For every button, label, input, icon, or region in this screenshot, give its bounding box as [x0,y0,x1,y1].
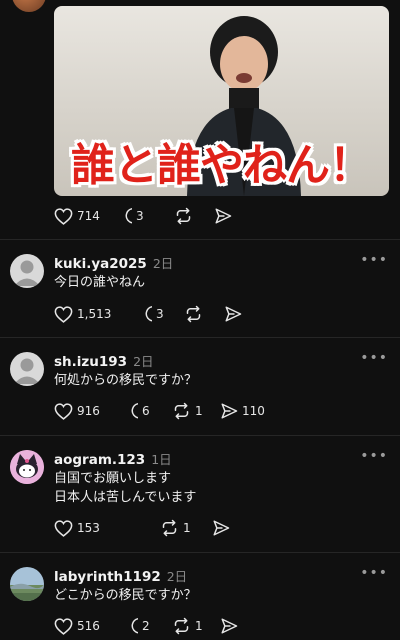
timestamp: 2日 [152,256,174,271]
post-text: どこからの移民ですか？ [54,588,197,603]
heart-icon [54,207,73,225]
timestamp: 2日 [166,569,188,584]
action-bar: 516 2 1 [54,616,238,636]
username[interactable]: labyrinth1192 2日 [54,566,187,585]
repost-count: 1 [195,619,203,633]
avatar[interactable] [12,0,46,12]
repost-count: 1 [195,404,203,418]
share-button[interactable] [212,519,230,537]
like-button[interactable]: 714 [54,207,114,225]
reply-button[interactable]: 3 [114,207,174,225]
heart-icon [54,519,73,537]
send-icon [225,306,242,322]
share-button[interactable]: 110 [220,402,265,420]
like-count: 916 [77,404,100,418]
username[interactable]: aogram.123 1日 [54,449,172,468]
share-button[interactable] [214,207,232,225]
timestamp: 1日 [151,452,172,467]
reply-button[interactable]: 3 [134,305,184,323]
post-text: 何処からの移民ですか？ [54,373,198,388]
default-avatar-icon [14,260,40,286]
heart-icon [54,402,73,420]
post-text: 今日の誰やねん [54,275,146,290]
reply-count: 3 [136,209,144,223]
reply-count: 2 [142,619,150,633]
like-button[interactable]: 916 [54,402,120,420]
send-icon [221,618,238,634]
reply-button[interactable]: 2 [120,617,172,635]
comment-icon [131,403,138,419]
image-caption: 誰と誰やねん！ [71,140,373,191]
character-avatar-icon [10,450,44,484]
avatar[interactable] [10,352,44,386]
list-item: aogram.123 1日 ••• 自国でお願いします 日本人は苦しんでいます 1… [0,436,400,552]
repost-button[interactable] [184,305,224,323]
share-count: 110 [242,404,265,418]
landscape-avatar-icon [10,567,44,601]
reply-count: 6 [142,404,150,418]
repost-icon [174,617,189,635]
username[interactable]: sh.izu193 2日 [54,351,154,370]
repost-icon [174,402,189,420]
list-item: labyrinth1192 2日 ••• どこからの移民ですか？ 516 2 1 [0,553,400,640]
action-bar: 916 6 1 110 [54,401,265,421]
list-item: sh.izu193 2日 ••• 何処からの移民ですか？ 916 6 1 110 [0,338,400,435]
more-options-button[interactable]: ••• [360,448,388,464]
send-icon [213,520,230,536]
avatar[interactable] [10,567,44,601]
action-bar: 714 3 [54,206,232,226]
repost-button[interactable] [174,207,214,225]
heart-icon [54,617,73,635]
username[interactable]: kuki.ya2025 2日 [54,253,173,272]
like-count: 516 [77,619,100,633]
like-count: 714 [77,209,100,223]
like-count: 1,513 [77,307,112,321]
send-icon [221,403,238,419]
share-button[interactable] [220,617,238,635]
comment-icon [145,306,152,322]
like-button[interactable]: 153 [54,519,160,537]
repost-icon [186,305,201,323]
repost-button[interactable]: 1 [160,519,212,537]
post-text: 自国でお願いします 日本人は苦しんでいます [54,471,197,505]
more-options-button[interactable]: ••• [360,252,388,268]
avatar[interactable] [10,254,44,288]
timestamp: 2日 [133,354,154,369]
repost-icon [176,207,191,225]
action-bar: 153 1 [54,518,230,538]
share-button[interactable] [224,305,242,323]
reply-button[interactable]: 6 [120,402,172,420]
avatar[interactable] [10,450,44,484]
like-button[interactable]: 516 [54,617,120,635]
default-avatar-icon [14,358,40,384]
repost-icon [162,519,177,537]
like-button[interactable]: 1,513 [54,305,134,323]
comment-icon [125,208,132,224]
like-count: 153 [77,521,100,535]
repost-count: 1 [183,521,191,535]
heart-icon [54,305,73,323]
list-item: kuki.ya2025 2日 ••• 今日の誰やねん 1,513 3 [0,240,400,337]
more-options-button[interactable]: ••• [360,350,388,366]
reply-count: 3 [156,307,164,321]
more-options-button[interactable]: ••• [360,565,388,581]
repost-button[interactable]: 1 [172,402,220,420]
comment-icon [131,618,138,634]
send-icon [215,208,232,224]
repost-button[interactable]: 1 [172,617,220,635]
post-image[interactable]: 誰と誰やねん！ [54,6,389,196]
action-bar: 1,513 3 [54,304,242,324]
